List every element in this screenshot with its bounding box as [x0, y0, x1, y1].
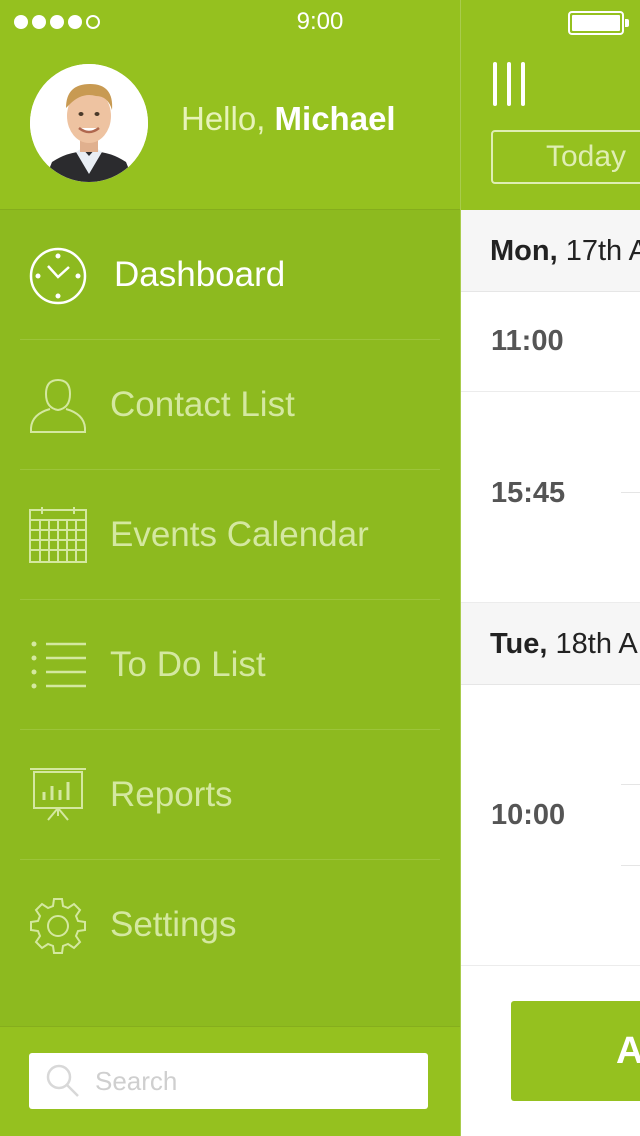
search-bar [0, 1026, 460, 1136]
user-name: Michael [274, 100, 396, 137]
menu-item-settings[interactable]: Settings [0, 860, 460, 990]
list-icon [28, 636, 88, 696]
search-box[interactable] [29, 1053, 428, 1109]
add-button[interactable]: A [511, 1001, 640, 1101]
greeting-text: Hello, Michael [181, 100, 396, 138]
menu-item-reports[interactable]: Reports [0, 730, 460, 860]
event-row[interactable]: 15:45 [461, 392, 640, 603]
menu-item-label: Events Calendar [110, 515, 369, 554]
today-button[interactable]: Today [491, 130, 640, 184]
event-time: 10:00 [491, 799, 566, 831]
avatar[interactable] [30, 64, 148, 182]
day-header-tuesday: Tue, 18th A [461, 603, 640, 685]
clock-icon [28, 246, 88, 306]
menu-item-label: To Do List [110, 645, 266, 684]
menu-item-label: Reports [110, 775, 233, 814]
main-menu: Dashboard Contact List Events Calendar T… [0, 210, 460, 990]
navigation-drawer: Hello, Michael Dashboard Contact List Ev… [0, 0, 460, 1136]
menu-item-contact-list[interactable]: Contact List [0, 340, 460, 470]
menu-toggle-icon[interactable] [493, 62, 533, 106]
event-row[interactable]: 10:00 [461, 685, 640, 966]
gear-icon [28, 896, 88, 956]
event-time: 11:00 [491, 325, 564, 357]
battery-icon [568, 11, 629, 35]
person-icon [28, 376, 88, 436]
event-time: 15:45 [491, 477, 566, 509]
day-header-monday: Mon, 17th A [461, 210, 640, 292]
divider [621, 865, 640, 866]
day-weekday: Mon, [490, 235, 558, 267]
divider [621, 492, 640, 493]
status-bar: 9:00 [0, 0, 640, 44]
menu-item-events-calendar[interactable]: Events Calendar [0, 470, 460, 600]
status-time: 9:00 [296, 8, 344, 35]
greeting-label: Hello, [181, 100, 266, 137]
event-row[interactable]: 11:00 [461, 292, 640, 392]
day-date: 18th A [555, 628, 638, 660]
menu-item-label: Settings [110, 905, 237, 944]
main-content: Today Mon, 17th A 11:00 15:45 Tue, 18th … [460, 0, 640, 1136]
day-date: 17th A [565, 235, 640, 267]
calendar-icon [28, 506, 88, 566]
menu-item-to-do-list[interactable]: To Do List [0, 600, 460, 730]
menu-item-dashboard[interactable]: Dashboard [0, 210, 460, 340]
day-weekday: Tue, [490, 628, 548, 660]
search-input[interactable] [93, 1053, 413, 1109]
presentation-chart-icon [28, 766, 88, 826]
search-icon [45, 1063, 81, 1099]
menu-item-label: Dashboard [114, 255, 286, 294]
menu-item-label: Contact List [110, 385, 295, 424]
divider [621, 784, 640, 785]
